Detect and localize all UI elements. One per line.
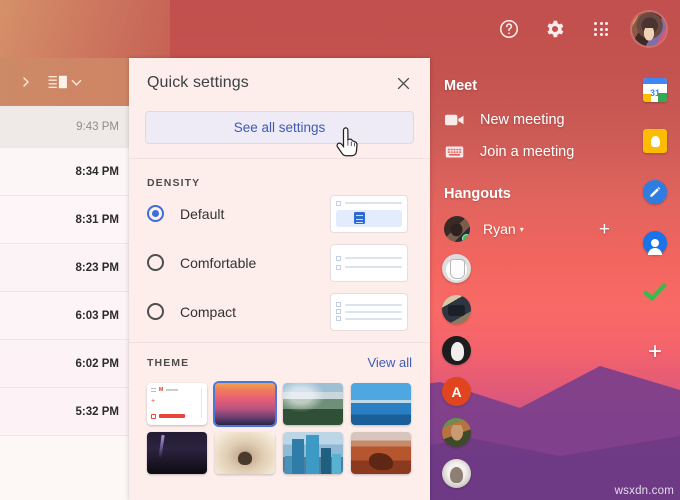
expand-chevron-icon[interactable] xyxy=(18,74,34,90)
meet-hangouts-panel: Meet New meeting Join a meeting Hangouts… xyxy=(430,58,630,500)
mail-timestamp: 8:31 PM xyxy=(75,213,119,226)
contact-avatar-4[interactable]: A xyxy=(442,377,471,406)
theme-section-header: THEME View all xyxy=(147,355,412,370)
table-row[interactable]: 5:32 PM xyxy=(0,388,130,436)
hangouts-contact-list: A xyxy=(430,248,630,500)
close-icon[interactable] xyxy=(390,70,416,96)
density-option-compact[interactable]: Compact xyxy=(147,287,430,336)
page-title: Quick settings xyxy=(147,74,249,91)
theme-default-light[interactable]: M + xyxy=(147,383,207,425)
video-camera-icon xyxy=(444,113,464,127)
chevron-down-icon[interactable]: ▾ xyxy=(520,225,524,234)
mail-row-list: 9:43 PM 8:34 PM 8:31 PM 8:23 PM 6:03 PM … xyxy=(0,106,130,500)
apps-grid-dots xyxy=(593,21,609,37)
mini-document-icon xyxy=(354,212,365,224)
density-preview-compact xyxy=(330,292,408,331)
mail-timestamp: 6:02 PM xyxy=(75,357,119,370)
contact-avatar-1[interactable] xyxy=(442,254,471,283)
top-header-bar xyxy=(0,0,680,58)
join-meeting-label: Join a meeting xyxy=(480,144,575,160)
green-check-icon[interactable] xyxy=(643,282,667,306)
theme-blue-city[interactable] xyxy=(283,432,343,474)
density-option-default[interactable]: Default xyxy=(147,189,430,238)
density-label: Default xyxy=(180,205,225,222)
mail-toolbar xyxy=(0,58,130,106)
see-all-settings-button[interactable]: See all settings xyxy=(145,111,414,144)
calendar-icon[interactable]: 31 xyxy=(643,78,667,102)
radio-compact[interactable] xyxy=(147,303,164,320)
density-label: Compact xyxy=(180,303,237,320)
new-meeting-label: New meeting xyxy=(480,112,565,128)
density-section-label: DENSITY xyxy=(147,177,201,189)
mail-list-pane: 9:43 PM 8:34 PM 8:31 PM 8:23 PM 6:03 PM … xyxy=(0,58,130,500)
split-pane-caret-icon xyxy=(71,79,82,86)
hangouts-user-name: Ryan xyxy=(483,221,516,237)
contact-avatar-2[interactable] xyxy=(442,295,471,324)
join-meeting-button[interactable]: Join a meeting xyxy=(430,136,630,168)
density-section: DENSITY Default Comfortable Compact xyxy=(129,159,430,342)
watermark: wsxdn.com xyxy=(614,485,674,497)
theme-sand-dune[interactable] xyxy=(215,432,275,474)
mail-timestamp: 9:43 PM xyxy=(76,120,119,133)
split-pane-icon[interactable] xyxy=(48,74,82,90)
mail-timestamp: 6:03 PM xyxy=(75,309,119,322)
density-label: Comfortable xyxy=(180,254,257,271)
theme-mountain-forest[interactable] xyxy=(283,383,343,425)
new-conversation-button[interactable]: + xyxy=(599,220,610,239)
density-preview-comfortable xyxy=(330,243,408,282)
tasks-pencil-icon[interactable] xyxy=(643,180,667,204)
table-row[interactable]: 6:02 PM xyxy=(0,340,130,388)
contact-avatar-3[interactable] xyxy=(442,336,471,365)
table-row[interactable]: 8:23 PM xyxy=(0,244,130,292)
contacts-icon[interactable] xyxy=(643,231,667,255)
theme-section: THEME View all M + xyxy=(129,343,430,474)
mail-timestamp: 8:34 PM xyxy=(75,165,119,178)
contact-avatar-6[interactable] xyxy=(442,459,471,488)
mail-timestamp: 8:23 PM xyxy=(75,261,119,274)
account-avatar[interactable] xyxy=(632,12,666,46)
hangouts-user-row[interactable]: Ryan ▾ + xyxy=(430,210,630,248)
new-meeting-button[interactable]: New meeting xyxy=(430,104,630,136)
apps-grid-icon[interactable] xyxy=(586,14,616,44)
quick-settings-body: DENSITY Default Comfortable Compact THEM… xyxy=(129,159,430,500)
view-all-themes-link[interactable]: View all xyxy=(367,355,412,370)
status-badge xyxy=(462,234,470,242)
table-row[interactable]: 8:34 PM xyxy=(0,148,130,196)
keep-icon[interactable] xyxy=(643,129,667,153)
hangouts-section-title: Hangouts xyxy=(444,186,511,202)
radio-default[interactable] xyxy=(147,205,164,222)
radio-comfortable[interactable] xyxy=(147,254,164,271)
mail-timestamp: 5:32 PM xyxy=(75,405,119,418)
theme-blue-lake[interactable] xyxy=(351,383,411,425)
density-option-comfortable[interactable]: Comfortable xyxy=(147,238,430,287)
quick-settings-panel: Quick settings See all settings DENSITY … xyxy=(129,58,430,500)
add-app-button[interactable]: + xyxy=(648,340,662,364)
density-preview-default xyxy=(330,194,408,233)
theme-section-label: THEME xyxy=(147,356,190,369)
calendar-day-badge: 31 xyxy=(649,88,660,98)
side-app-rail: 31 + xyxy=(630,58,680,500)
theme-sunset[interactable] xyxy=(215,383,275,425)
table-row[interactable]: 8:31 PM xyxy=(0,196,130,244)
table-row[interactable]: 9:43 PM xyxy=(0,106,130,148)
table-row[interactable]: 6:03 PM xyxy=(0,292,130,340)
contact-avatar-5[interactable] xyxy=(442,418,471,447)
meet-section-title: Meet xyxy=(444,78,478,94)
quick-settings-header: Quick settings xyxy=(129,58,430,108)
theme-orange-canyon[interactable] xyxy=(351,432,411,474)
keyboard-icon xyxy=(444,145,464,159)
theme-night-sky[interactable] xyxy=(147,432,207,474)
help-icon[interactable] xyxy=(494,14,524,44)
see-all-settings-wrap: See all settings xyxy=(129,108,430,158)
gear-icon[interactable] xyxy=(540,14,570,44)
avatar[interactable] xyxy=(444,216,470,242)
theme-thumbnail-grid: M + xyxy=(147,383,412,474)
